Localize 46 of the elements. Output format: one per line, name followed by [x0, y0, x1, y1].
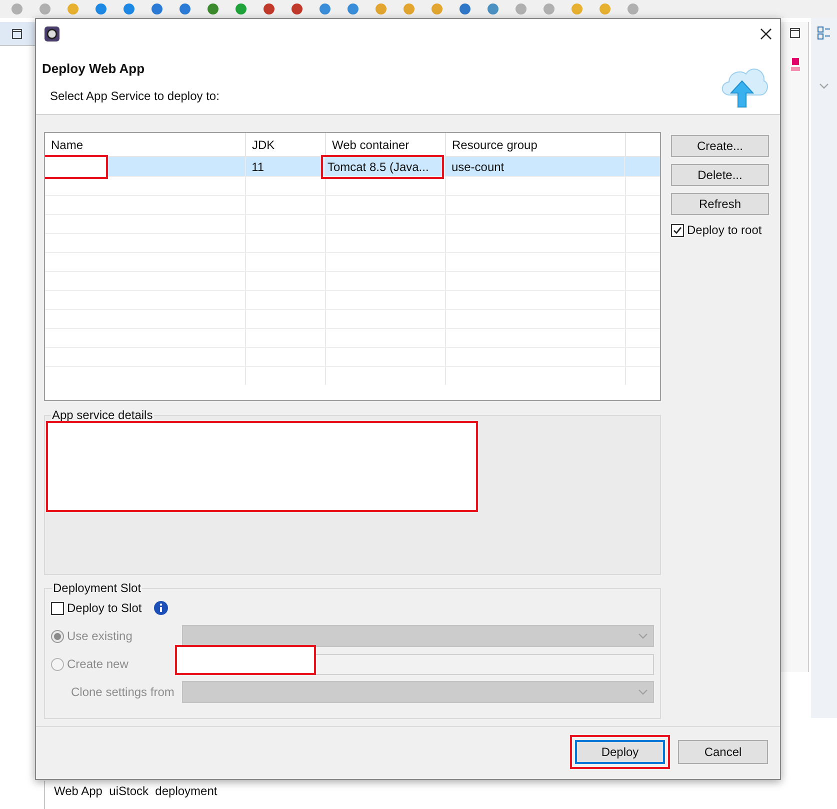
toolbar-icon[interactable]: [206, 2, 220, 16]
toolbar-icon[interactable]: [318, 2, 332, 16]
checkbox-label: Deploy to Slot: [67, 600, 142, 617]
app-icon: [44, 26, 60, 42]
group-label: Deployment Slot: [52, 581, 142, 595]
table-cell-text: Tomcat 8.5 (Java...: [327, 158, 429, 176]
column-header[interactable]: JDK: [246, 133, 326, 156]
side-button[interactable]: Refresh: [671, 193, 769, 215]
toolbar-icon[interactable]: [346, 2, 360, 16]
radio-button[interactable]: [51, 630, 64, 642]
toolbar-icon[interactable]: [150, 2, 164, 16]
column-header[interactable]: Web container: [326, 133, 446, 156]
toolbar-icon[interactable]: [178, 2, 192, 16]
toolbar-icon[interactable]: [94, 2, 108, 16]
option-label: Create new: [67, 656, 128, 673]
toolbar-icon[interactable]: [122, 2, 136, 16]
column-header[interactable]: Resource group: [446, 133, 626, 156]
dialog-subtitle: Select App Service to deploy to:: [49, 88, 220, 104]
maximize-icon[interactable]: [790, 28, 800, 38]
radio-button[interactable]: [51, 658, 64, 670]
dialog-button[interactable]: Deploy: [575, 740, 665, 764]
toolbar-icon[interactable]: [234, 2, 248, 16]
option-label: Clone settings from: [71, 684, 174, 701]
console-text: Web App uiStock deployment: [54, 784, 218, 798]
dialog-title: Deploy Web App: [42, 60, 146, 78]
dialog-button[interactable]: Cancel: [678, 740, 768, 764]
side-button[interactable]: Create...: [671, 135, 769, 157]
option-label: Use existing: [67, 628, 132, 645]
toolbar-icon[interactable]: [458, 2, 472, 16]
outline-icon[interactable]: [817, 26, 831, 40]
table-cell-text: 11: [250, 158, 266, 176]
side-button[interactable]: Delete...: [671, 164, 769, 186]
maximize-icon[interactable]: [12, 28, 22, 38]
marker-icon: [790, 58, 800, 72]
close-icon[interactable]: [760, 28, 772, 40]
dropdown[interactable]: [182, 625, 654, 647]
checkbox[interactable]: [51, 602, 64, 614]
toolbar-icon[interactable]: [290, 2, 304, 16]
group-label: App service details: [51, 408, 154, 422]
info-icon[interactable]: [152, 600, 169, 616]
table-row[interactable]: 11 Tomcat 8.5 (Java... use-count: [45, 157, 660, 176]
checkbox[interactable]: [671, 224, 684, 236]
checkbox-label: Deploy to root: [687, 222, 762, 239]
toolbar-icon[interactable]: [486, 2, 500, 16]
table-cell-text: use-count: [450, 158, 506, 176]
toolbar-icon[interactable]: [262, 2, 276, 16]
